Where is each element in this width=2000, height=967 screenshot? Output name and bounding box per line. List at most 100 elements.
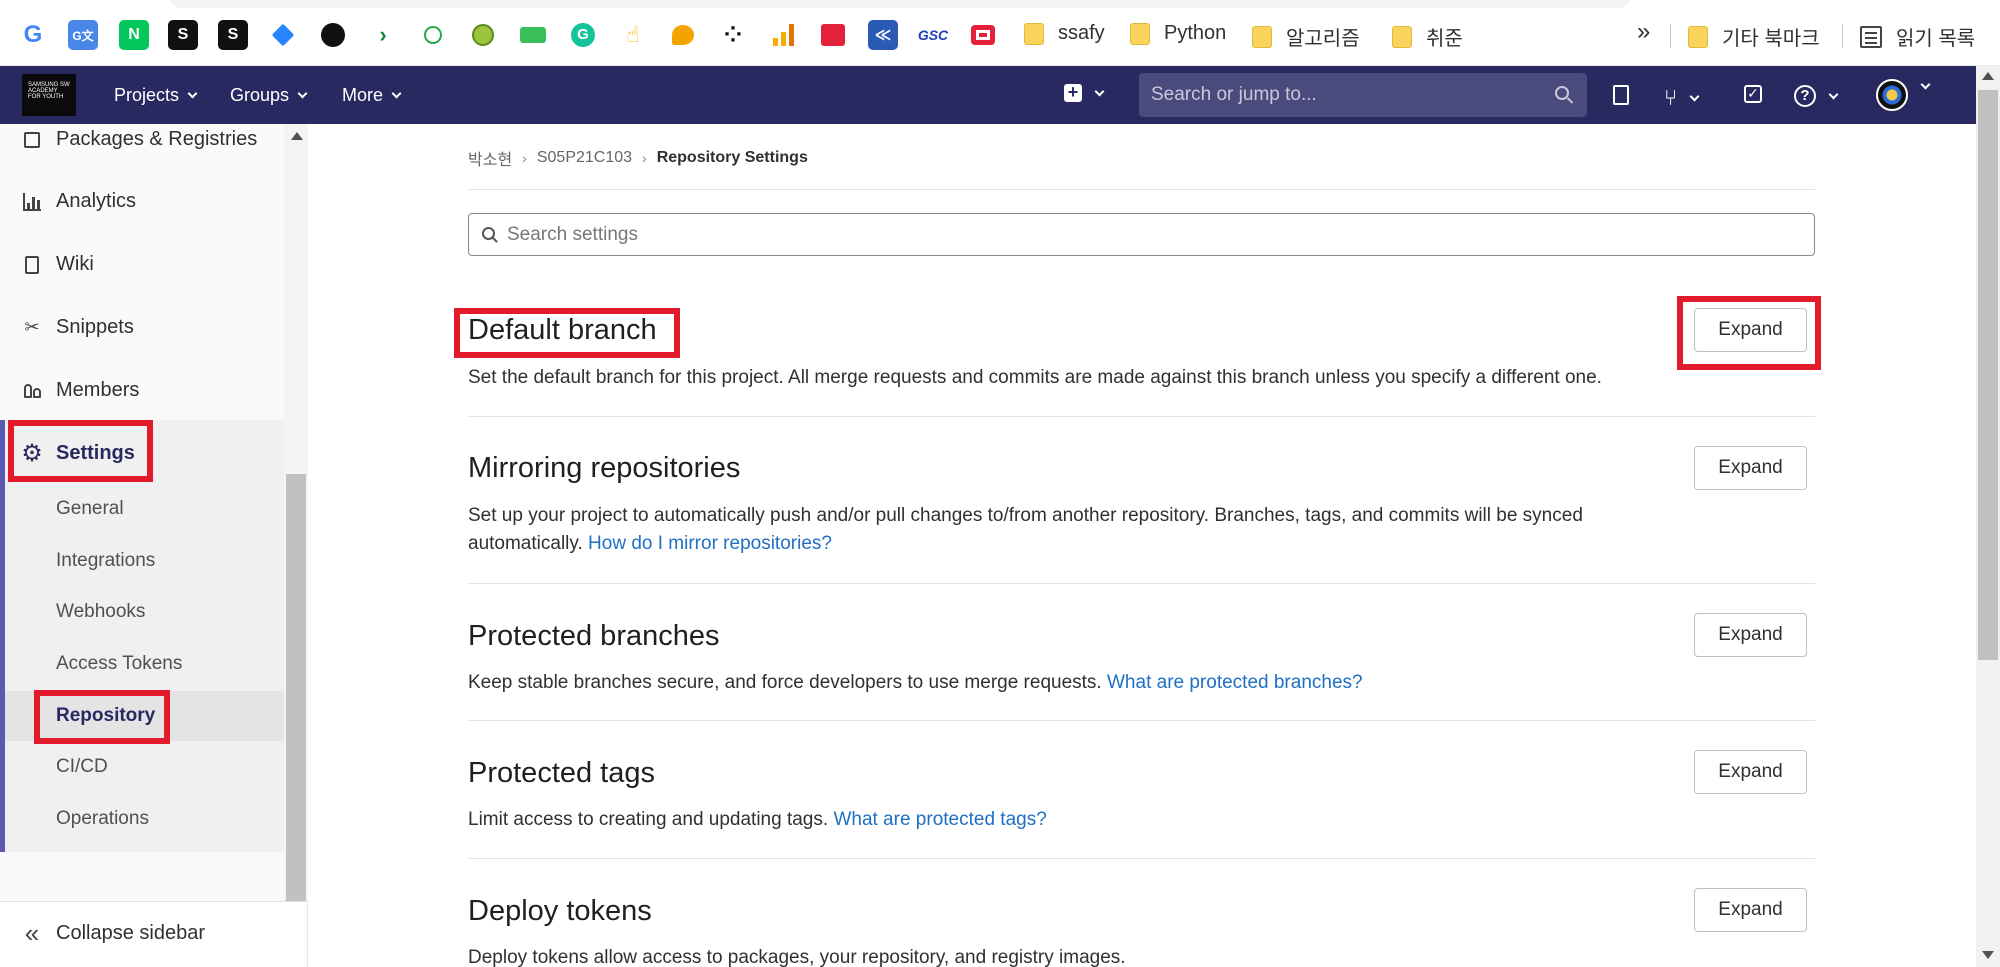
other-bookmarks[interactable]: 기타 북마크	[1688, 22, 1820, 51]
sidebar-item-label: Settings	[56, 442, 135, 464]
bookmark-icon[interactable]	[818, 20, 848, 50]
bookmark-icon[interactable]	[418, 20, 448, 50]
section-desc-protected-tags: Limit access to creating and updating ta…	[468, 806, 1638, 834]
avatar[interactable]	[1876, 79, 1908, 111]
settings-search-input[interactable]	[469, 214, 1814, 255]
google-icon[interactable]: G	[18, 20, 48, 50]
question-icon: ?	[1794, 85, 1816, 107]
bookmark-icon[interactable]	[968, 20, 998, 50]
bookmark-icon[interactable]	[518, 20, 548, 50]
mirroring-help-link[interactable]: How do I mirror repositories?	[588, 533, 832, 554]
chevron-down-icon	[187, 88, 198, 99]
todos-icon[interactable]: ✓	[1744, 85, 1762, 103]
sidebar-subitem-general[interactable]: General	[56, 498, 124, 520]
section-desc-protected-branches: Keep stable branches secure, and force d…	[468, 669, 1638, 697]
projects-menu[interactable]: Projects	[114, 85, 198, 106]
section-title-mirroring: Mirroring repositories	[468, 452, 741, 484]
sidebar-item-label: Analytics	[56, 190, 137, 212]
jira-icon[interactable]	[268, 20, 298, 50]
scroll-up-icon[interactable]	[291, 132, 303, 140]
notion-icon[interactable]: S	[168, 20, 198, 50]
issues-icon[interactable]	[1613, 85, 1629, 105]
bookmark-icon[interactable]	[668, 20, 698, 50]
groups-menu[interactable]: Groups	[230, 85, 308, 106]
merge-requests-icon[interactable]: ⑂	[1664, 85, 1700, 111]
protected-tags-help-link[interactable]: What are protected tags?	[833, 809, 1046, 830]
chevron-right-icon: ›	[522, 150, 527, 166]
settings-search[interactable]	[468, 213, 1815, 256]
breadcrumb-item[interactable]: 박소현	[468, 146, 512, 170]
expand-protected-branches-button[interactable]: Expand	[1694, 613, 1807, 657]
github-icon[interactable]	[318, 20, 348, 50]
section-desc-text: Keep stable branches secure, and force d…	[468, 672, 1102, 693]
scrollbar-thumb[interactable]	[286, 474, 306, 901]
analytics-icon[interactable]	[768, 20, 798, 50]
bookmark-icon[interactable]: ›	[368, 20, 398, 50]
naver-icon[interactable]: N	[119, 20, 149, 50]
scissors-icon: ✂	[24, 317, 40, 337]
scroll-down-icon[interactable]	[1982, 951, 1994, 959]
collapse-sidebar-label: Collapse sidebar	[56, 922, 205, 944]
collapse-sidebar-button[interactable]: « Collapse sidebar	[22, 918, 205, 948]
sidebar-item-wiki[interactable]: Wiki	[22, 253, 94, 276]
global-search[interactable]	[1139, 73, 1587, 117]
book-icon	[22, 255, 42, 275]
chevron-right-icon: ›	[642, 150, 647, 166]
sidebar-subitem-integrations[interactable]: Integrations	[56, 550, 155, 572]
more-bookmarks-icon[interactable]: »	[1637, 18, 1650, 46]
sidebar-subitem-webhooks[interactable]: Webhooks	[56, 601, 145, 623]
google-translate-icon[interactable]: G文	[68, 20, 98, 50]
reading-list[interactable]: 읽기 목록	[1860, 22, 1975, 51]
bookmark-folder-job[interactable]: 취준	[1392, 22, 1463, 51]
breadcrumb-current[interactable]: Repository Settings	[657, 149, 808, 167]
sidebar-item-analytics[interactable]: Analytics	[22, 190, 136, 213]
notion-icon[interactable]: S	[218, 20, 248, 50]
bookmark-icon[interactable]: ≪	[868, 20, 898, 50]
expand-deploy-tokens-button[interactable]: Expand	[1694, 888, 1807, 932]
sidebar-scrollbar[interactable]	[284, 124, 308, 901]
address-bar-edge	[170, 0, 1630, 8]
scroll-up-icon[interactable]	[1982, 72, 1994, 80]
new-item-button[interactable]: +	[1064, 83, 1105, 102]
bookmark-icon[interactable]: GSC	[918, 20, 948, 50]
bookmark-folder-algorithm[interactable]: 알고리즘	[1252, 22, 1360, 51]
bookmark-icon[interactable]: ⁘	[718, 20, 748, 50]
sidebar-subitem-repository[interactable]: Repository	[56, 705, 155, 727]
sidebar-subitem-cicd[interactable]: CI/CD	[56, 756, 108, 778]
sidebar-item-packages[interactable]: Packages & Registries	[22, 128, 257, 151]
page-scrollbar[interactable]	[1976, 66, 2000, 967]
expand-protected-tags-button[interactable]: Expand	[1694, 750, 1807, 794]
breadcrumb-item[interactable]: S05P21C103	[537, 149, 632, 167]
sidebar-subitem-operations[interactable]: Operations	[56, 808, 149, 830]
sidebar-item-label: Snippets	[56, 316, 134, 338]
projects-menu-label: Projects	[114, 85, 180, 105]
search-icon	[1555, 86, 1569, 100]
global-search-input[interactable]	[1139, 73, 1587, 117]
grammarly-icon[interactable]: G	[568, 20, 598, 50]
help-icon[interactable]: ?	[1794, 85, 1839, 107]
bookmark-folder-python[interactable]: Python	[1130, 22, 1226, 45]
user-menu-toggle[interactable]	[1918, 79, 1931, 90]
sidebar-item-snippets[interactable]: ✂ Snippets	[22, 316, 134, 339]
scrollbar-thumb[interactable]	[1978, 90, 1998, 660]
chevron-down-icon	[1689, 91, 1700, 101]
expand-mirroring-button[interactable]: Expand	[1694, 446, 1807, 490]
breadcrumb: 박소현 › S05P21C103 › Repository Settings	[468, 146, 808, 170]
sidebar-item-members[interactable]: Members	[22, 379, 139, 402]
more-menu[interactable]: More	[342, 85, 402, 106]
section-desc-default-branch: Set the default branch for this project.…	[468, 367, 1602, 388]
folder-icon	[1130, 22, 1150, 45]
bookmark-icon[interactable]	[468, 20, 498, 50]
sidebar-item-settings[interactable]: ⚙ Settings	[21, 440, 135, 467]
more-menu-label: More	[342, 85, 384, 105]
bookmark-folder-ssafy[interactable]: ssafy	[1024, 22, 1105, 45]
top-navbar: SAMSUNG SW ACADEMY FOR YOUTH Projects Gr…	[0, 66, 2000, 124]
protected-branches-help-link[interactable]: What are protected branches?	[1107, 672, 1363, 693]
section-title-default-branch: Default branch	[468, 314, 657, 346]
bookmark-icon[interactable]: ☝	[618, 20, 648, 50]
expand-default-branch-button[interactable]: Expand	[1694, 308, 1807, 352]
folder-icon	[1688, 25, 1708, 48]
sidebar-subitem-access-tokens[interactable]: Access Tokens	[56, 653, 182, 675]
logo[interactable]: SAMSUNG SW ACADEMY FOR YOUTH	[22, 74, 76, 116]
folder-icon	[1024, 22, 1044, 45]
